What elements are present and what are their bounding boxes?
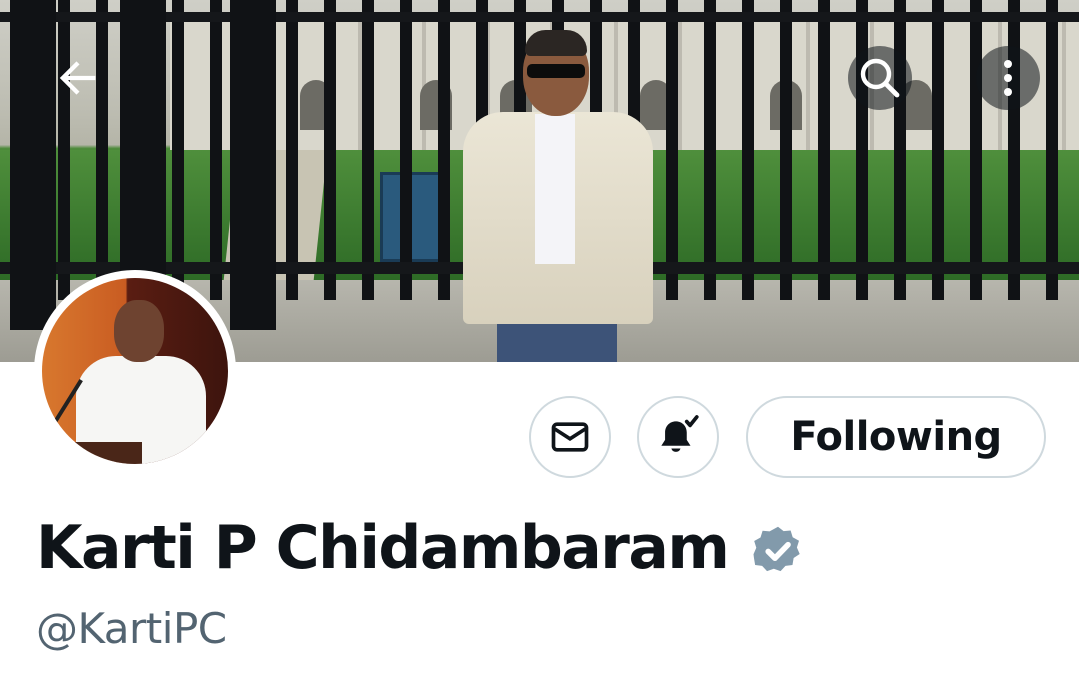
message-button[interactable] [529,396,611,478]
arrow-left-icon [59,61,96,95]
avatar-photo [42,278,228,464]
following-button[interactable]: Following [746,396,1046,478]
more-options-button[interactable] [976,46,1040,110]
banner-person [455,30,665,362]
notifications-button[interactable] [637,396,719,478]
display-name: Karti P Chidambaram [36,513,730,583]
profile-avatar[interactable] [34,270,236,472]
search-button[interactable] [848,46,912,110]
back-button[interactable] [46,46,110,110]
profile-handle: @KartiPC [36,604,227,653]
bell-check-icon [661,415,699,452]
more-vertical-icon [1004,60,1012,96]
display-name-row: Karti P Chidambaram [36,508,806,588]
search-icon [860,58,900,98]
mail-icon [551,422,589,452]
verified-badge-icon[interactable] [750,523,806,579]
